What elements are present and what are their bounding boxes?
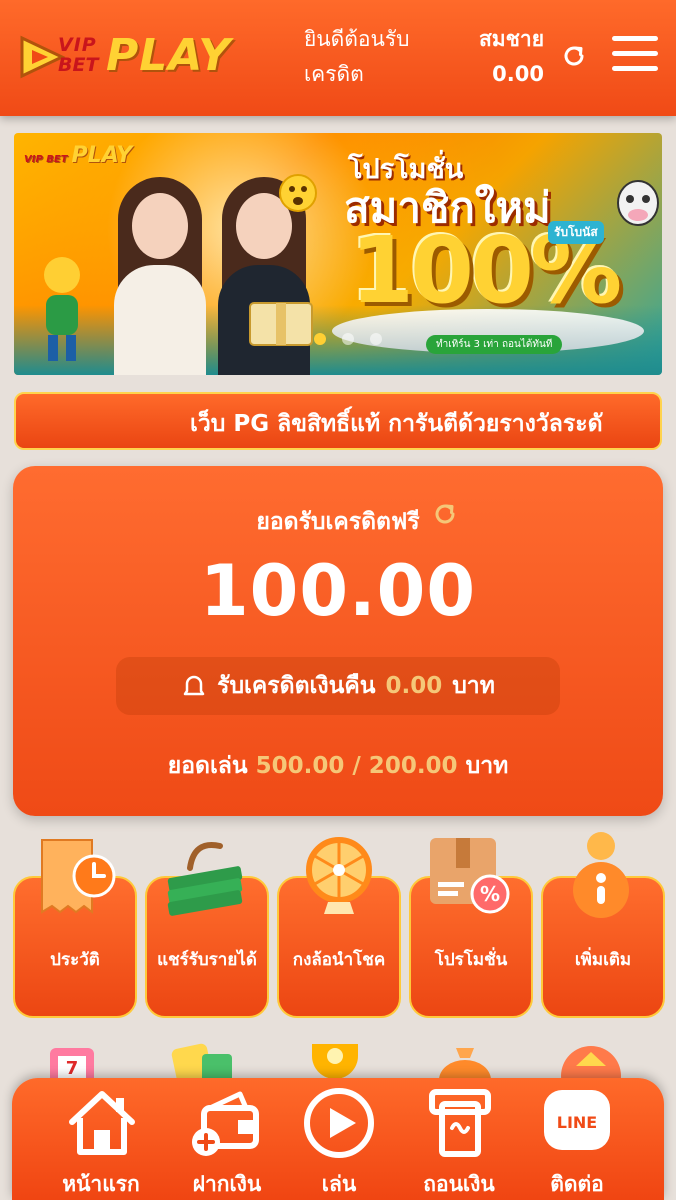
credit-line: เครดิต [304, 62, 364, 86]
menu-line [612, 66, 658, 71]
carousel-dots [314, 333, 382, 345]
svg-text:%: % [480, 882, 500, 906]
nav-label: ฝากเงิน [192, 1172, 262, 1196]
tile-label: โปรโมชั่น [434, 950, 508, 970]
model-face [132, 193, 188, 259]
svg-text:LINE: LINE [557, 1113, 597, 1132]
carousel-dot[interactable] [342, 333, 354, 345]
welcome-text: ยินดีต้อนรับ เครดิต [304, 22, 454, 92]
line-chat-icon: LINE [544, 1090, 610, 1150]
turnover-value: 500.00 / 200.00 [255, 753, 458, 779]
promo-box-icon: % [430, 838, 510, 914]
logo-bet-text: BET [58, 54, 99, 76]
logo-play-text: PLAY [106, 30, 232, 81]
info-more-icon [573, 832, 629, 918]
nav-label: หน้าแรก [62, 1172, 140, 1196]
withdraw-icon [429, 1089, 491, 1157]
bell-icon [183, 675, 205, 696]
bottom-navigation: หน้าแรก ฝากเงิน เล่น ถอนเงิน LINE ติดต่อ [12, 1078, 664, 1200]
tile-label: เพิ่มเติม [574, 950, 632, 970]
free-credit-amount: 100.00 [199, 550, 477, 632]
turnover-text: ยอดเล่น 500.00 / 200.00 บาท [13, 748, 663, 784]
refresh-icon[interactable] [560, 42, 588, 70]
cashback-unit: บาท [452, 673, 495, 699]
gift-box-icon [249, 302, 313, 346]
svg-text:7: 7 [66, 1058, 79, 1079]
refresh-icon[interactable] [431, 500, 459, 528]
menu-line [612, 36, 658, 41]
nav-play[interactable]: เล่น [284, 1086, 394, 1198]
welcome-line: ยินดีต้อนรับ [304, 27, 410, 51]
carousel-dot[interactable] [314, 333, 326, 345]
tile-label: กงล้อนำโชค [292, 950, 386, 970]
marquee-text: เว็บ PG ลิขสิทธิ์แท้ การันตีด้วยรางวัลระ… [190, 411, 603, 437]
banner-logo-small: VIP BET [24, 154, 68, 165]
nav-label: ถอนเงิน [423, 1172, 495, 1196]
nav-home[interactable]: หน้าแรก [46, 1086, 156, 1198]
turnover-unit: บาท [465, 753, 509, 779]
carousel-dot[interactable] [370, 333, 382, 345]
tile-label: ประวัติ [50, 950, 100, 970]
lucky-wheel-icon [306, 837, 372, 914]
mascot-image [44, 257, 80, 361]
nav-deposit[interactable]: ฝากเงิน [172, 1086, 282, 1198]
cow-mascot-icon [617, 180, 659, 226]
credit-card: ยอดรับเครดิตฟรี 100.00 รับเครดิตเงินคืน … [13, 466, 663, 816]
promo-bonus-badge: รับโบนัส [548, 221, 604, 244]
play-icon [304, 1088, 374, 1158]
nav-withdraw[interactable]: ถอนเงิน [404, 1086, 514, 1198]
home-icon [69, 1091, 135, 1155]
deposit-wallet-icon [192, 1091, 259, 1156]
hamburger-icon[interactable] [612, 36, 658, 76]
nav-label: เล่น [321, 1172, 357, 1196]
top-bar: VIP BET PLAY ยินดีต้อนรับ เครดิต สมชาย 0… [0, 0, 676, 116]
model-outfit [114, 265, 206, 375]
cashback-value: 0.00 [385, 673, 443, 699]
cashback-label: รับเครดิตเงินคืน [217, 673, 376, 699]
cashback-button[interactable]: รับเครดิตเงินคืน 0.00 บาท [116, 657, 560, 715]
emoji-icon [279, 174, 317, 212]
promo-condition: ทำเทิร์น 3 เท่า ถอนได้ทันที [426, 335, 563, 354]
menu-line [612, 51, 658, 56]
tile-label: แชร์รับรายได้ [157, 950, 257, 970]
turnover-label: ยอดเล่น [167, 753, 248, 779]
free-credit-label: ยอดรับเครดิตฟรี [256, 509, 420, 535]
money-stack-icon [167, 842, 243, 916]
nav-label: ติดต่อ [550, 1172, 604, 1196]
announcement-marquee: เว็บ PG ลิขสิทธิ์แท้ การันตีด้วยรางวัลระ… [14, 392, 662, 450]
nav-contact[interactable]: LINE ติดต่อ [522, 1086, 632, 1198]
model-image-left [100, 165, 220, 375]
username: สมชาย [478, 27, 544, 51]
balance-value: 0.00 [492, 62, 544, 86]
brand-logo[interactable]: VIP BET PLAY [18, 30, 240, 86]
history-clock-icon [41, 839, 116, 914]
logo-vip-text: VIP [58, 34, 97, 56]
promo-banner[interactable]: VIP BET PLAY โปรโมชั่น สมาชิกใหม่ 100% รั… [14, 133, 662, 375]
